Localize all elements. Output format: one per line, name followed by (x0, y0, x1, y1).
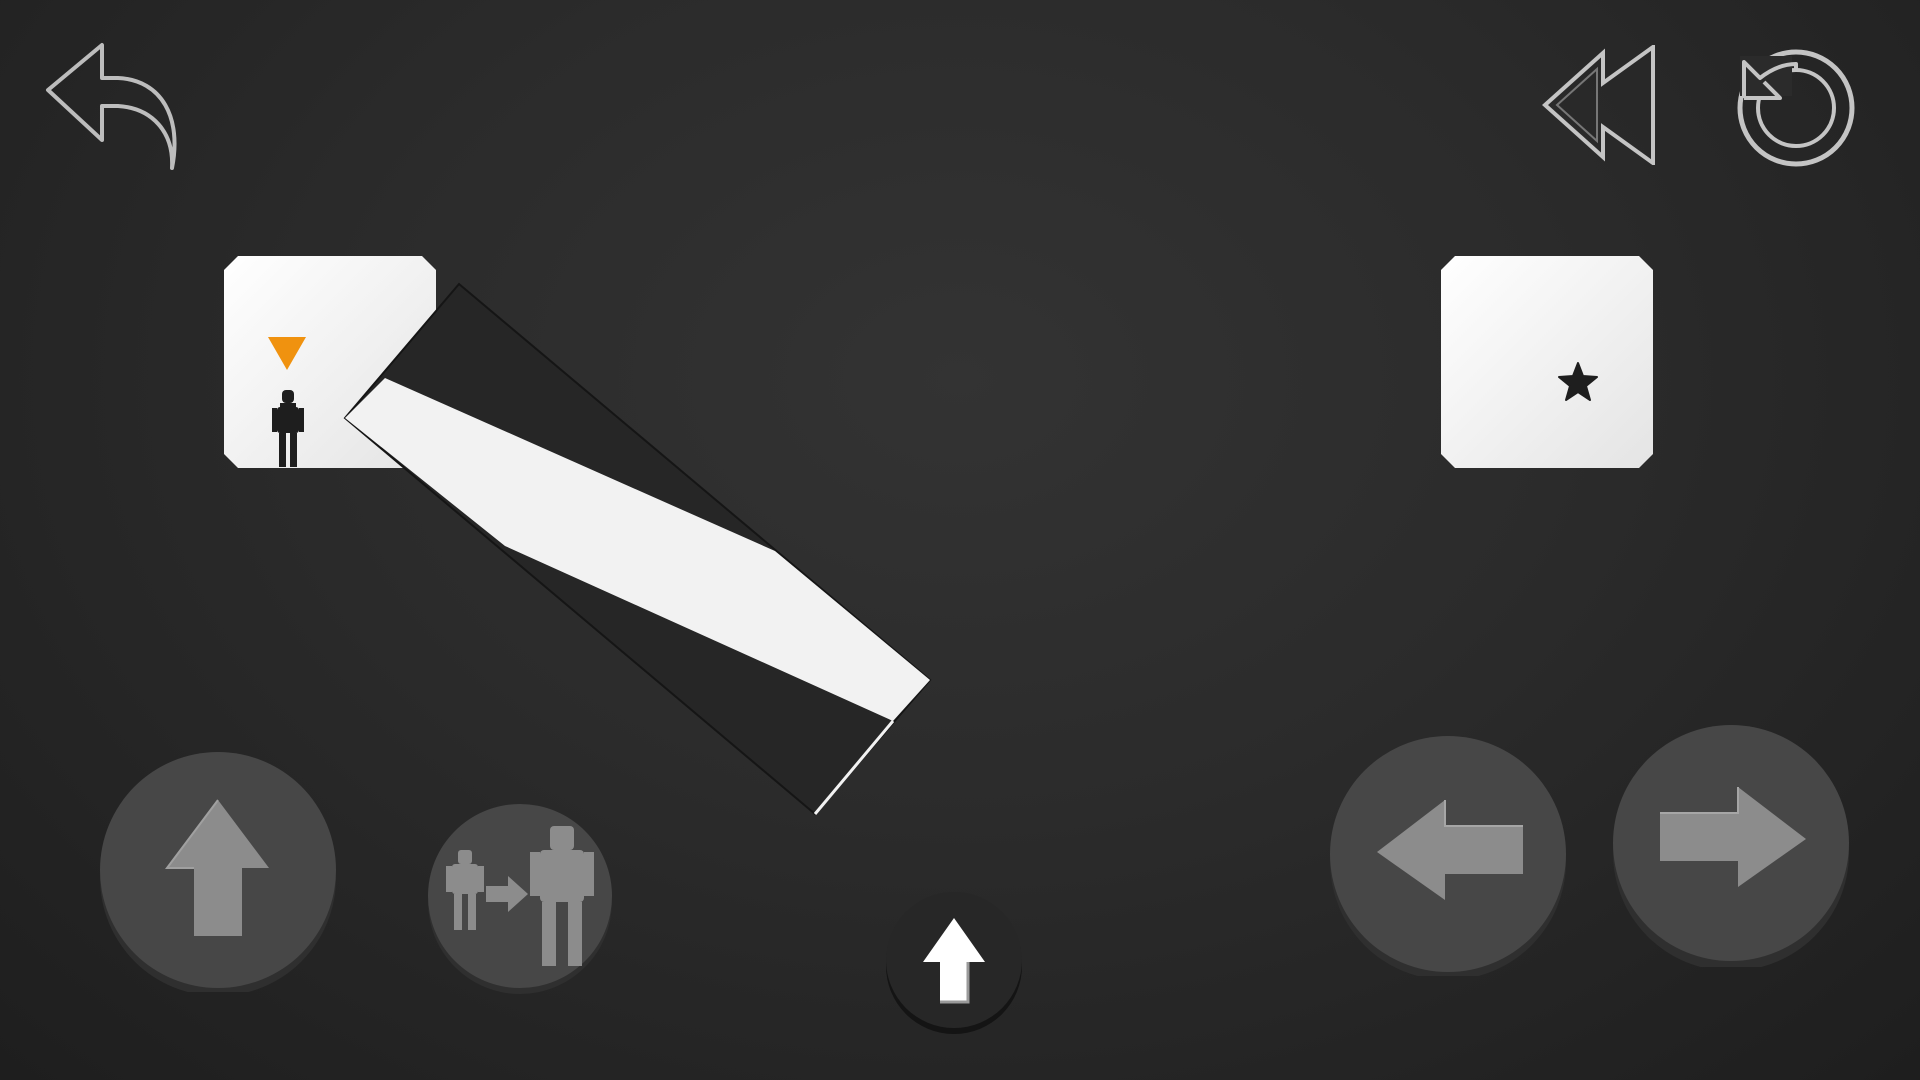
jump-button[interactable] (97, 752, 339, 992)
goal-star (1557, 361, 1599, 403)
goal-tile (1441, 256, 1653, 468)
rewind-icon (1542, 45, 1655, 165)
star-icon (1558, 362, 1598, 401)
rotating-tile[interactable] (330, 280, 950, 820)
game-stage (0, 0, 1920, 1080)
restart-button[interactable] (1730, 42, 1860, 172)
center-up-button[interactable] (884, 890, 1024, 1035)
move-right-button[interactable] (1610, 725, 1852, 967)
back-button[interactable] (40, 40, 180, 175)
orange-triangle-icon (268, 337, 306, 370)
orange-triangle-marker (268, 337, 306, 371)
player-character (272, 390, 304, 468)
rewind-button[interactable] (1535, 45, 1665, 165)
restart-icon (1737, 49, 1855, 167)
stick-figure-icon (272, 390, 304, 467)
grow-button[interactable] (424, 802, 616, 994)
move-left-button[interactable] (1327, 734, 1569, 976)
back-arrow-icon (46, 43, 177, 170)
